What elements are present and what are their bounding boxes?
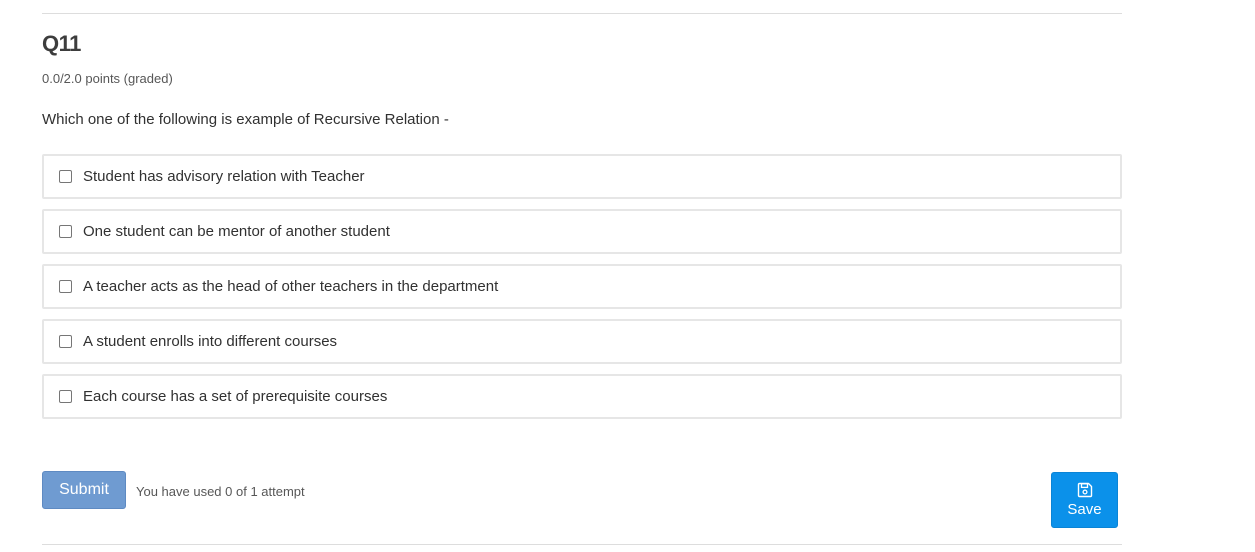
checkbox[interactable] — [59, 225, 72, 238]
checkbox[interactable] — [59, 280, 72, 293]
choice-option-4[interactable]: A student enrolls into different courses — [42, 319, 1122, 364]
choice-option-3[interactable]: A teacher acts as the head of other teac… — [42, 264, 1122, 309]
choice-label: A student enrolls into different courses — [83, 333, 338, 350]
attempts-status: You have used 0 of 1 attempt — [136, 484, 305, 499]
checkbox[interactable] — [59, 335, 72, 348]
choice-list: Student has advisory relation with Teach… — [42, 154, 1122, 429]
choice-label: Student has advisory relation with Teach… — [83, 168, 365, 185]
question-prompt: Which one of the following is example of… — [42, 111, 449, 128]
checkbox[interactable] — [59, 390, 72, 403]
choice-label: Each course has a set of prerequisite co… — [83, 388, 388, 405]
choice-option-1[interactable]: Student has advisory relation with Teach… — [42, 154, 1122, 199]
checkbox[interactable] — [59, 170, 72, 183]
submit-button[interactable]: Submit — [42, 471, 126, 509]
top-divider — [42, 13, 1122, 14]
choice-option-5[interactable]: Each course has a set of prerequisite co… — [42, 374, 1122, 419]
save-button[interactable]: Save — [1051, 472, 1118, 528]
choice-label: One student can be mentor of another stu… — [83, 223, 390, 240]
question-title: Q11 — [42, 31, 81, 56]
floppy-disk-icon — [1077, 482, 1092, 498]
choice-label: A teacher acts as the head of other teac… — [83, 278, 499, 295]
bottom-divider — [42, 544, 1122, 545]
points-status: 0.0/2.0 points (graded) — [42, 71, 173, 86]
choice-option-2[interactable]: One student can be mentor of another stu… — [42, 209, 1122, 254]
save-label: Save — [1067, 501, 1102, 518]
